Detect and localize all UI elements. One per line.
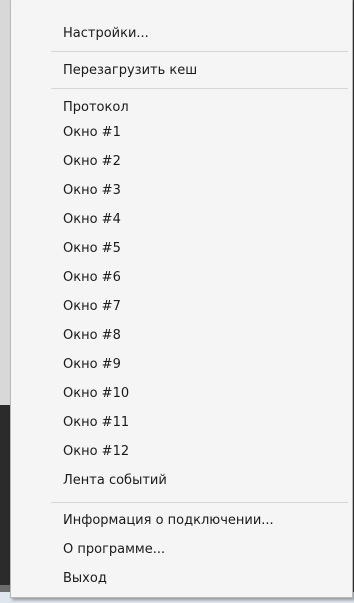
menu-separator	[51, 502, 348, 503]
menu-item-window-4[interactable]: Окно #4	[63, 208, 121, 232]
menu-item-window-8[interactable]: Окно #8	[63, 324, 121, 348]
background-window-edge	[0, 0, 10, 603]
context-menu: Настройки... Перезагрузить кеш Протокол …	[10, 0, 353, 598]
menu-item-about[interactable]: О программе...	[63, 538, 165, 562]
menu-item-window-9[interactable]: Окно #9	[63, 353, 121, 377]
menu-item-window-11[interactable]: Окно #11	[63, 411, 129, 435]
menu-item-window-12[interactable]: Окно #12	[63, 440, 129, 464]
menu-item-settings[interactable]: Настройки...	[63, 22, 149, 46]
menu-separator	[51, 51, 348, 52]
menu-item-window-7[interactable]: Окно #7	[63, 295, 121, 319]
menu-icon-gutter	[11, 0, 51, 597]
menu-item-connection-info[interactable]: Информация о подключении...	[63, 509, 274, 533]
menu-item-window-6[interactable]: Окно #6	[63, 266, 121, 290]
menu-item-window-10[interactable]: Окно #10	[63, 382, 129, 406]
menu-item-window-5[interactable]: Окно #5	[63, 237, 121, 261]
menu-item-window-1[interactable]: Окно #1	[63, 121, 121, 145]
menu-item-window-3[interactable]: Окно #3	[63, 179, 121, 203]
menu-item-window-2[interactable]: Окно #2	[63, 150, 121, 174]
menu-item-event-feed[interactable]: Лента событий	[63, 469, 167, 493]
menu-item-protocol[interactable]: Протокол	[63, 96, 129, 120]
menu-item-reload-cache[interactable]: Перезагрузить кеш	[63, 59, 197, 83]
menu-separator	[51, 88, 348, 89]
menu-item-exit[interactable]: Выход	[63, 567, 107, 591]
